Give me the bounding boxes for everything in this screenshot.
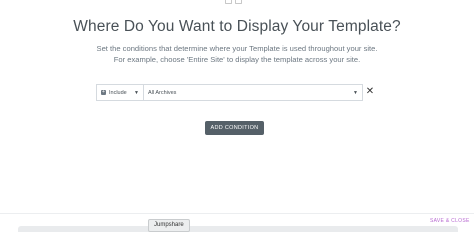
remove-condition-button[interactable]: ✕ — [365, 86, 375, 98]
condition-row: + Include ▼ All Archives ▼ — [96, 84, 363, 101]
condition-label: All Archives — [148, 89, 177, 96]
description-line-2: For example, choose 'Entire Site' to dis… — [113, 54, 361, 64]
save-close-button[interactable]: SAVE & CLOSE — [430, 218, 470, 224]
top-icons — [225, 0, 242, 4]
footer-divider — [0, 213, 474, 214]
modal-description: Set the conditions that determine where … — [0, 44, 474, 65]
top-right-icon[interactable] — [235, 0, 242, 4]
chevron-down-icon: ▼ — [134, 89, 139, 96]
top-left-icon[interactable] — [225, 0, 232, 4]
include-icon: + — [101, 89, 106, 95]
include-exclude-select[interactable]: + Include ▼ — [97, 85, 144, 100]
chevron-down-icon: ▼ — [353, 89, 358, 96]
jumpshare-tab[interactable]: Jumpshare — [148, 219, 190, 232]
add-condition-button[interactable]: ADD CONDITION — [205, 121, 264, 135]
condition-select[interactable]: All Archives ▼ — [144, 85, 362, 100]
description-line-1: Set the conditions that determine where … — [96, 44, 378, 53]
modal-title: Where Do You Want to Display Your Templa… — [73, 18, 401, 35]
include-label: Include — [109, 89, 127, 96]
footer-bar — [18, 226, 458, 232]
